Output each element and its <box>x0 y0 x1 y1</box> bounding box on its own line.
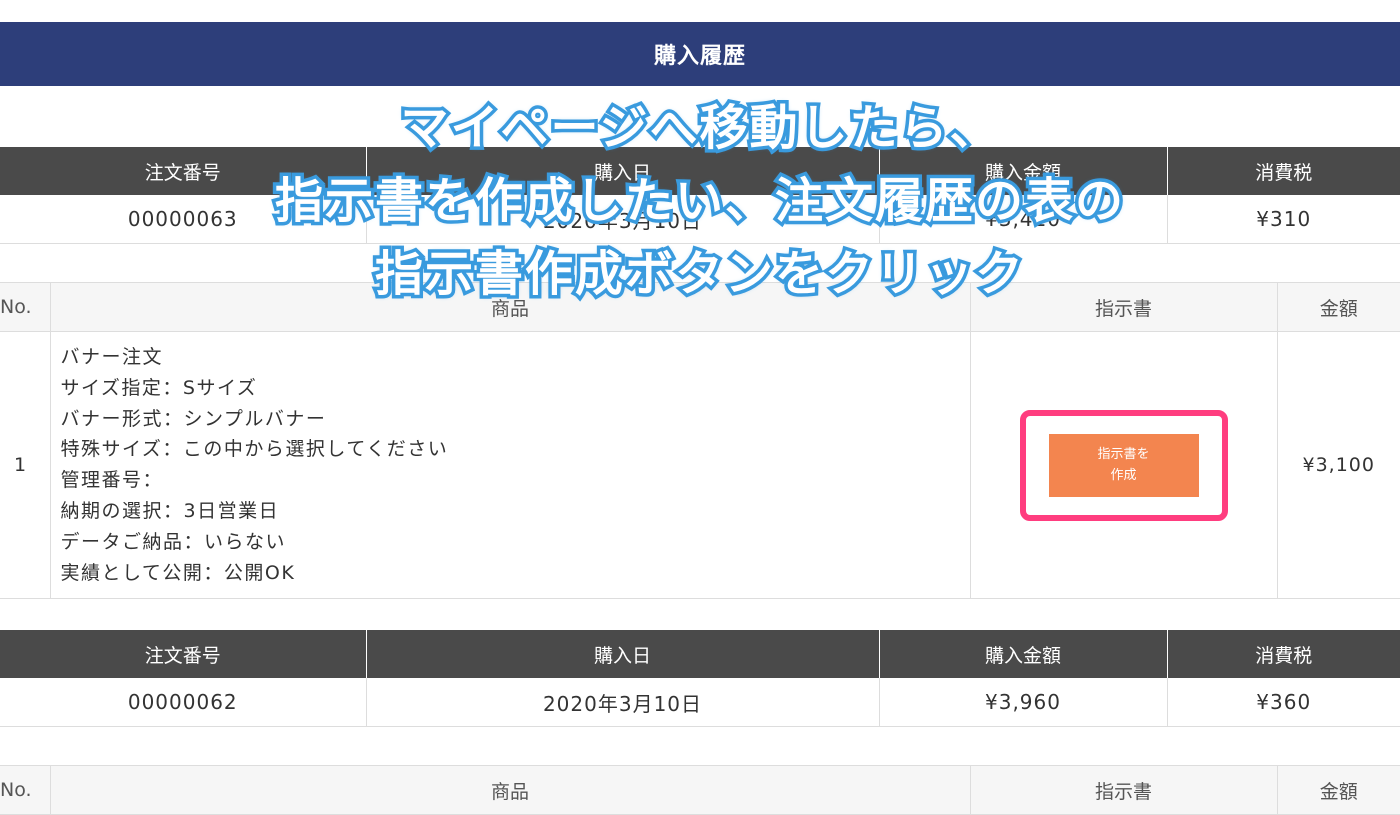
instructions-cell: 指示書を 作成 <box>969 330 1278 600</box>
annotation-line: 指示書作成ボタンをクリック <box>371 243 1026 306</box>
table-row: 1 バナー注文 サイズ指定：Sサイズ バナー形式：シンプルバナー 特殊サイズ：こ… <box>0 330 1400 600</box>
tax-amount: ¥360 <box>1167 678 1400 727</box>
annotation-line: 指示書を作成したい、注文履歴の表の <box>271 170 1126 233</box>
highlight-box: 指示書を 作成 <box>1019 409 1228 521</box>
detail-line: バナー形式：シンプルバナー <box>60 407 327 430</box>
order-summary-table-2: 注文番号 購入日 購入金額 消費税 00000062 2020年3月10日 ¥3… <box>0 630 1400 727</box>
item-number: 1 <box>0 330 51 600</box>
purchase-amount: ¥3,960 <box>879 678 1168 727</box>
create-instructions-button[interactable]: 指示書を 作成 <box>1048 433 1199 497</box>
button-label-line1: 指示書を <box>1097 447 1150 463</box>
detail-line: 管理番号： <box>60 469 164 492</box>
detail-line: データご納品：いらない <box>60 530 287 553</box>
page-title-bar: 購入履歴 <box>0 22 1400 86</box>
detail-line: 実績として公開：公開OK <box>60 561 296 584</box>
header-item-no: No. <box>0 765 51 815</box>
product-details: バナー注文 サイズ指定：Sサイズ バナー形式：シンプルバナー 特殊サイズ：この中… <box>49 330 971 600</box>
detail-line: 納期の選択：3日営業日 <box>60 499 280 522</box>
table-row: 00000062 2020年3月10日 ¥3,960 ¥360 <box>0 678 1400 727</box>
item-price: ¥3,100 <box>1276 330 1400 600</box>
header-price: 金額 <box>1276 765 1400 815</box>
order-items-table-2: No. 商品 指示書 金額 <box>0 765 1400 815</box>
annotation-line: マイページへ移動したら、 <box>397 97 1001 160</box>
detail-line: サイズ指定：Sサイズ <box>60 376 258 399</box>
order-number: 00000062 <box>0 678 367 727</box>
header-product: 商品 <box>49 765 971 815</box>
page-title: 購入履歴 <box>653 44 746 69</box>
header-purchase-amount: 購入金額 <box>879 630 1168 678</box>
header-tax: 消費税 <box>1167 630 1400 678</box>
purchase-date: 2020年3月10日 <box>366 678 880 727</box>
header-purchase-date: 購入日 <box>366 630 880 678</box>
detail-line: バナー注文 <box>60 346 164 368</box>
header-instructions: 指示書 <box>969 765 1278 815</box>
button-label-line2: 作成 <box>1110 468 1137 484</box>
tutorial-annotation: マイページへ移動したら、 指示書を作成したい、注文履歴の表の 指示書作成ボタンを… <box>0 92 1400 311</box>
detail-line: 特殊サイズ：この中から選択してください <box>60 438 449 461</box>
order-items-table: No. 商品 指示書 金額 1 バナー注文 サイズ指定：Sサイズ バナー形式：シ… <box>0 282 1400 600</box>
header-order-number: 注文番号 <box>0 630 367 678</box>
